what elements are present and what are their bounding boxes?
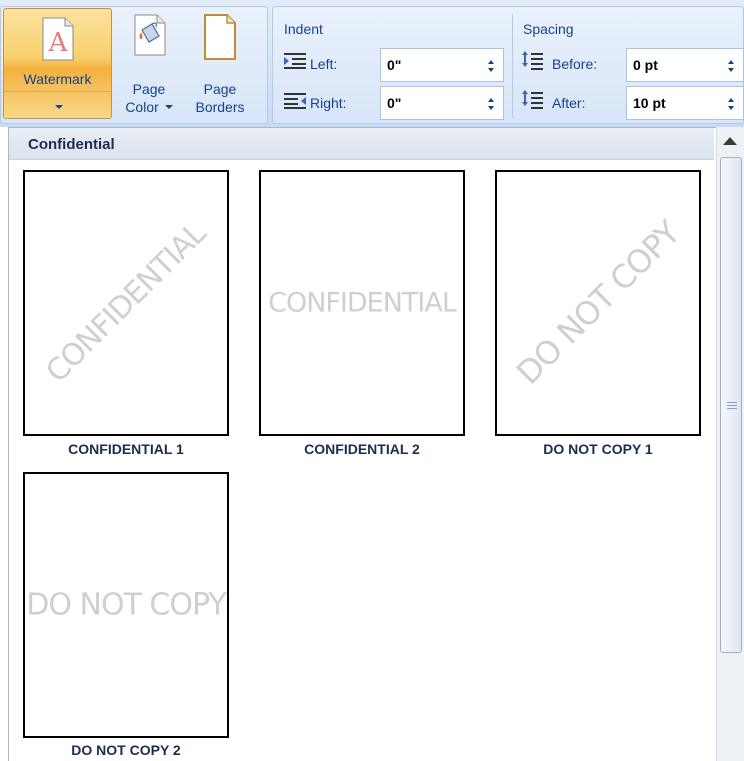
indent-right-label: Right: [310,95,347,111]
indent-left-icon [284,53,306,69]
indent-left-spin-arrows[interactable] [481,49,503,81]
watermark-preview-text: CONFIDENTIAL [268,287,457,319]
spin-up-icon[interactable] [488,60,494,64]
page-color-label-2: Color [115,99,183,116]
page-color-label-2-text: Color [125,99,159,115]
spacing-before-spinner[interactable]: 0 pt [626,48,744,82]
spacing-before-spin-arrows[interactable] [721,49,743,81]
indent-title: Indent [284,21,323,37]
page-borders-button[interactable]: Page Borders [186,0,254,120]
watermark-dropdown-arrow[interactable] [55,105,63,109]
watermark-option-confidential-2[interactable]: CONFIDENTIAL [259,170,465,436]
spacing-after-spin-arrows[interactable] [721,87,743,119]
page-color-label-1: Page [132,81,166,97]
indent-right-value: 0" [387,95,402,111]
spacing-before-icon [522,51,543,70]
page-color-dropdown-arrow[interactable] [164,105,173,109]
scrollbar-thumb[interactable] [720,157,742,653]
watermark-caption: CONFIDENTIAL 1 [68,441,184,457]
watermark-button[interactable]: A Watermark [3,8,112,119]
watermark-gallery: Confidential CONFIDENTIAL CONFIDENTIAL 1… [8,127,744,761]
group-separator [512,14,513,118]
spin-down-icon[interactable] [728,68,734,72]
page-borders-icon [204,14,236,60]
spin-down-icon[interactable] [488,106,494,110]
gallery-scrollbar[interactable] [716,127,744,761]
spacing-after-icon [522,90,543,109]
svg-text:A: A [48,28,69,58]
indent-right-icon [284,93,306,109]
spacing-after-value: 10 pt [633,95,666,111]
paint-bucket-icon [134,14,166,56]
page-borders-label-2: Borders [195,99,245,115]
indent-left-value: 0" [387,57,402,73]
watermark-option-do-not-copy-2[interactable]: DO NOT COPY [23,472,229,738]
ribbon: A Watermark Page Color Page Borders Inde… [0,0,744,127]
spacing-before-value: 0 pt [633,57,658,73]
spacing-after-label: After: [552,95,586,111]
spin-up-icon[interactable] [728,60,734,64]
watermark-preview-text: CONFIDENTIAL [39,216,213,390]
indent-left-label: Left: [310,56,338,72]
watermark-option-do-not-copy-1[interactable]: DO NOT COPY [495,170,701,436]
scroll-up-arrow-icon[interactable] [723,137,737,145]
watermark-icon: A [42,17,74,61]
watermark-preview-text: DO NOT COPY [26,587,226,623]
watermark-option-confidential-1[interactable]: CONFIDENTIAL [23,170,229,436]
indent-left-spinner[interactable]: 0" [380,48,504,82]
watermark-caption: DO NOT COPY 2 [71,742,181,758]
watermark-caption: DO NOT COPY 1 [543,441,653,457]
spin-up-icon[interactable] [488,98,494,102]
page-color-button[interactable]: Page Color [115,0,183,120]
spacing-before-label: Before: [552,56,598,72]
indent-right-spin-arrows[interactable] [481,87,503,119]
spacing-title: Spacing [523,21,574,37]
gallery-category-header: Confidential [9,128,714,160]
spin-up-icon[interactable] [728,98,734,102]
grip-line [727,402,737,403]
split-divider [4,91,111,92]
grip-line [727,408,737,409]
watermark-preview-text: DO NOT COPY [509,214,687,392]
watermark-caption: CONFIDENTIAL 2 [304,441,420,457]
page-borders-label-1: Page [203,81,237,97]
indent-right-spinner[interactable]: 0" [380,86,504,120]
spin-down-icon[interactable] [488,68,494,72]
watermark-label: Watermark [23,71,92,87]
spacing-after-spinner[interactable]: 10 pt [626,86,744,120]
grip-line [727,405,737,406]
spin-down-icon[interactable] [728,106,734,110]
